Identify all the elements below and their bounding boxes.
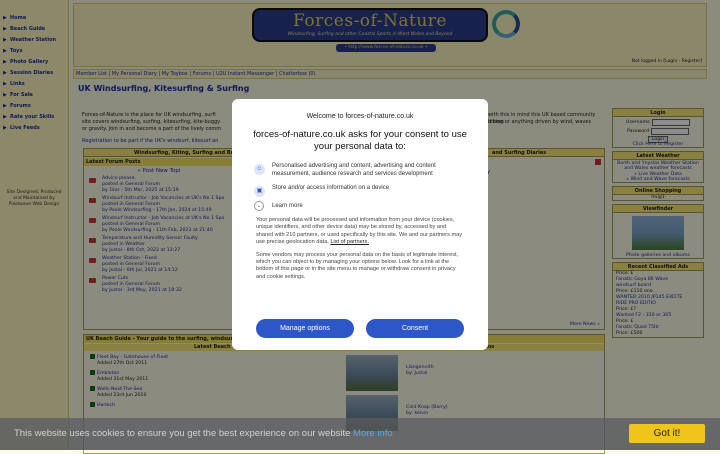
manage-options-button[interactable]: Manage options <box>256 319 354 338</box>
purpose1-text: Personalised advertising and content, ad… <box>272 163 436 177</box>
cookie-message: This website uses cookies to ensure you … <box>14 428 351 439</box>
consent-para1: Your personal data will be processed and… <box>256 217 464 247</box>
purpose2-text: Store and/or access information on a dev… <box>272 185 390 191</box>
cookie-text: This website uses cookies to ensure you … <box>14 428 393 439</box>
consent-dialog: Welcome to forces-of-nature.co.uk forces… <box>232 99 488 350</box>
purpose-storage: ▣ Store and/or access information on a d… <box>250 185 470 197</box>
more-info-link[interactable]: More info <box>353 428 393 439</box>
learn-more-label: Learn more <box>272 203 303 209</box>
got-it-button[interactable]: Got it! <box>629 424 705 443</box>
chevron-down-icon: ⌄ <box>254 201 264 211</box>
consent-para2: Some vendors may process your personal d… <box>256 251 459 280</box>
consent-buttons: Manage options Consent <box>256 319 464 338</box>
consent-heading: forces-of-nature.co.uk asks for your con… <box>253 129 467 152</box>
learn-more-toggle[interactable]: ⌄ Learn more <box>250 201 470 211</box>
consent-button[interactable]: Consent <box>366 319 464 338</box>
partners-link[interactable]: List of partners. <box>330 239 369 245</box>
person-icon: ☺ <box>254 164 265 175</box>
consent-purposes: ☺ Personalised advertising and content, … <box>250 163 470 211</box>
cookie-bar: This website uses cookies to ensure you … <box>0 418 720 450</box>
device-icon: ▣ <box>254 186 265 197</box>
consent-welcome: Welcome to forces-of-nature.co.uk <box>306 113 414 120</box>
purpose-personalised: ☺ Personalised advertising and content, … <box>250 163 470 181</box>
